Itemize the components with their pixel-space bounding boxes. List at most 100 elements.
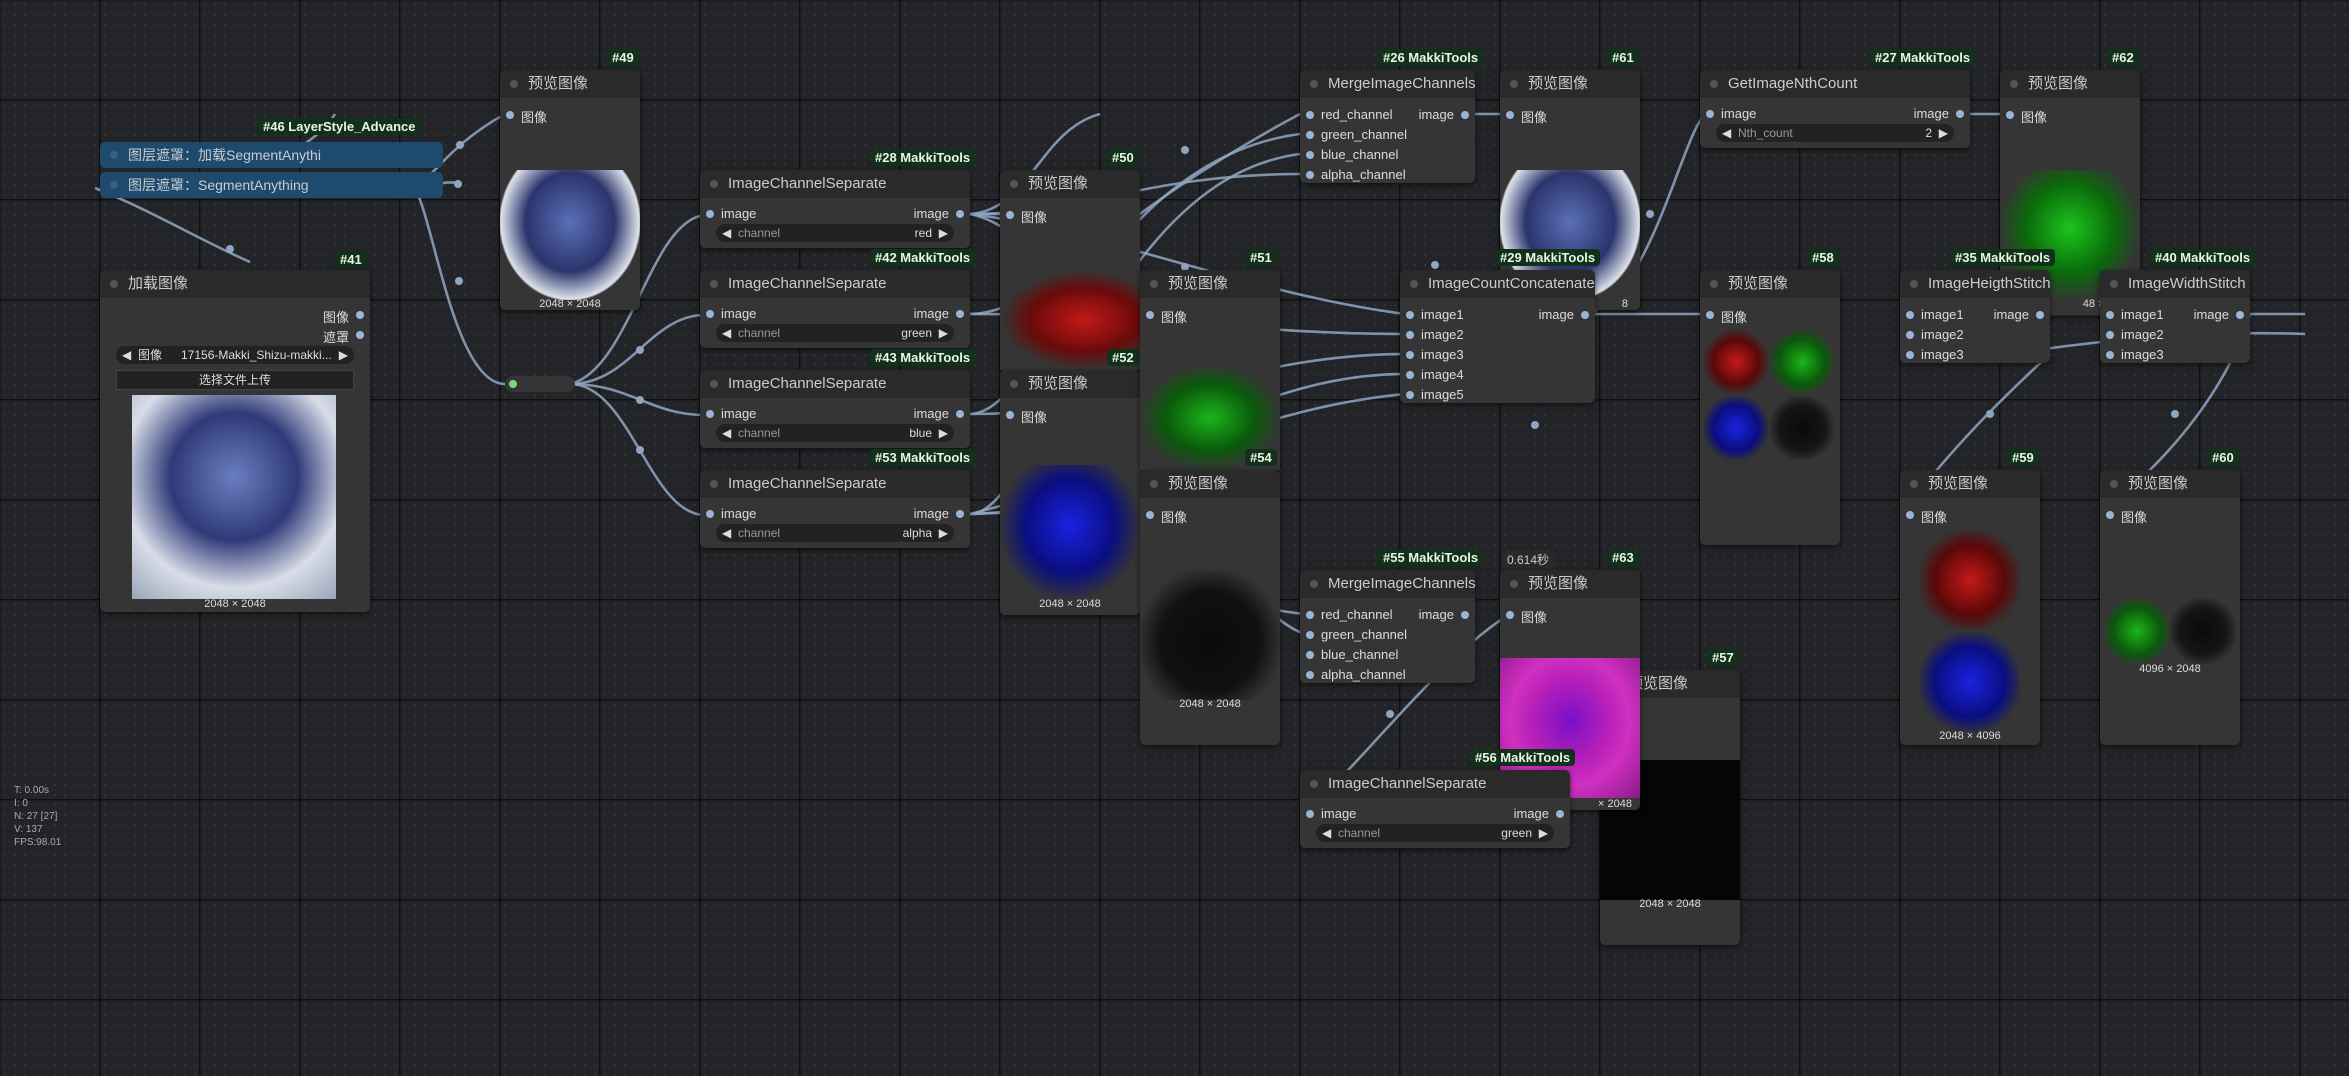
get-image-nth-count-node[interactable]: GetImageNthCount image image ◀ Nth_count 2…: [1700, 70, 1970, 148]
input-image[interactable]: 图像: [1506, 607, 1547, 626]
reroute-input-dot[interactable]: [509, 380, 517, 388]
output-image[interactable]: image: [2194, 307, 2245, 322]
output-image[interactable]: image: [1419, 607, 1470, 622]
preview-red-node[interactable]: 预览图像 图像: [1000, 170, 1140, 370]
output-image[interactable]: image: [914, 506, 965, 521]
collapse-dot[interactable]: [710, 280, 718, 288]
output-mask[interactable]: 遮罩: [323, 327, 365, 346]
collapse-dot[interactable]: [1410, 280, 1418, 288]
collapse-dot[interactable]: [710, 480, 718, 488]
node-title-bar[interactable]: ImageChannelSeparate: [700, 270, 970, 298]
arrow-right-icon[interactable]: ▶: [1539, 824, 1548, 842]
input-image[interactable]: 图像: [1906, 507, 1947, 526]
output-image[interactable]: image: [1994, 307, 2045, 322]
node-title-bar[interactable]: ImageChannelSeparate: [700, 470, 970, 498]
input-image2[interactable]: image2: [1406, 327, 1464, 342]
input-image[interactable]: 图像: [1006, 207, 1047, 226]
node-title-bar[interactable]: 预览图像: [1140, 270, 1280, 298]
input-image[interactable]: 图像: [1146, 307, 1187, 326]
segment-anything-node[interactable]: 图层遮罩：SegmentAnything: [100, 172, 443, 198]
output-image[interactable]: image: [1514, 806, 1565, 821]
collapse-dot[interactable]: [110, 181, 118, 189]
collapse-dot[interactable]: [1010, 180, 1018, 188]
node-title-bar[interactable]: ImageWidthStitch: [2100, 270, 2250, 298]
node-title-bar[interactable]: 预览图像: [500, 70, 640, 98]
image-width-stitch-node[interactable]: ImageWidthStitch image1 image2 image3 im…: [2100, 270, 2250, 363]
node-title-bar[interactable]: ImageChannelSeparate: [700, 170, 970, 198]
preview-green-node[interactable]: 预览图像 图像: [1140, 270, 1280, 470]
collapse-dot[interactable]: [110, 280, 118, 288]
input-image[interactable]: 图像: [1006, 407, 1047, 426]
image-channel-separate-alpha-node[interactable]: ImageChannelSeparate image image ◀ channe…: [700, 470, 970, 548]
input-blue-channel[interactable]: blue_channel: [1306, 647, 1398, 662]
input-image3[interactable]: image3: [1406, 347, 1464, 362]
node-title-bar[interactable]: MergeImageChannels: [1300, 70, 1475, 98]
input-image[interactable]: image: [706, 406, 756, 421]
collapse-dot[interactable]: [710, 380, 718, 388]
output-image[interactable]: image: [914, 406, 965, 421]
input-image[interactable]: image: [706, 506, 756, 521]
arrow-right-icon[interactable]: ▶: [939, 424, 948, 442]
channel-combo[interactable]: ◀ channel green ▶: [1316, 824, 1554, 842]
channel-combo[interactable]: ◀ channel red ▶: [716, 224, 954, 242]
input-image[interactable]: 图像: [2106, 507, 2147, 526]
arrow-right-icon[interactable]: ▶: [1939, 124, 1948, 142]
output-image[interactable]: image: [1419, 107, 1470, 122]
preview-blue-node[interactable]: 预览图像 图像 2048 × 2048: [1000, 370, 1140, 615]
image-file-combo[interactable]: ◀ 图像 17156-Makki_Shizu-makki... ▶: [116, 346, 354, 364]
collapse-dot[interactable]: [1710, 80, 1718, 88]
input-image[interactable]: 图像: [1706, 307, 1747, 326]
collapse-dot[interactable]: [1510, 80, 1518, 88]
collapse-dot[interactable]: [1150, 280, 1158, 288]
output-image[interactable]: image: [914, 306, 965, 321]
node-title-bar[interactable]: 预览图像: [2000, 70, 2140, 98]
collapse-dot[interactable]: [1150, 480, 1158, 488]
node-title-bar[interactable]: 预览图像: [1000, 170, 1140, 198]
input-alpha-channel[interactable]: alpha_channel: [1306, 167, 1406, 182]
collapse-dot[interactable]: [1010, 380, 1018, 388]
upload-button[interactable]: 选择文件上传: [116, 370, 354, 390]
segment-anything-loader-node[interactable]: 图层遮罩：加载SegmentAnythi: [100, 142, 443, 168]
preview-height-stitch-node[interactable]: 预览图像 图像 2048 × 4096: [1900, 470, 2040, 745]
output-image[interactable]: image: [914, 206, 965, 221]
input-image1[interactable]: image1: [2106, 307, 2164, 322]
image-count-concatenate-node[interactable]: ImageCountConcatenate image1 image2 imag…: [1400, 270, 1595, 403]
node-title-bar[interactable]: MergeImageChannels: [1300, 570, 1475, 598]
collapse-dot[interactable]: [1910, 480, 1918, 488]
input-green-channel[interactable]: green_channel: [1306, 627, 1407, 642]
input-green-channel[interactable]: green_channel: [1306, 127, 1407, 142]
node-title-bar[interactable]: ImageCountConcatenate: [1400, 270, 1595, 298]
input-image[interactable]: 图像: [506, 107, 547, 126]
input-image2[interactable]: image2: [2106, 327, 2164, 342]
output-image[interactable]: image: [1914, 106, 1965, 121]
collapse-dot[interactable]: [110, 151, 118, 159]
channel-combo[interactable]: ◀ channel alpha ▶: [716, 524, 954, 542]
input-image4[interactable]: image4: [1406, 367, 1464, 382]
collapse-dot[interactable]: [1310, 780, 1318, 788]
arrow-right-icon[interactable]: ▶: [939, 524, 948, 542]
input-image[interactable]: image: [1706, 106, 1756, 121]
preview-width-stitch-node[interactable]: 预览图像 图像 4096 × 2048: [2100, 470, 2240, 745]
image-height-stitch-node[interactable]: ImageHeigthStitch image1 image2 image3 i…: [1900, 270, 2050, 363]
collapse-dot[interactable]: [1510, 580, 1518, 588]
reroute-node[interactable]: [505, 376, 575, 392]
arrow-right-icon[interactable]: ▶: [339, 346, 348, 364]
node-title-bar[interactable]: GetImageNthCount: [1700, 70, 1970, 98]
collapse-dot[interactable]: [710, 180, 718, 188]
input-image[interactable]: image: [706, 306, 756, 321]
channel-combo[interactable]: ◀ channel blue ▶: [716, 424, 954, 442]
arrow-left-icon[interactable]: ◀: [722, 324, 731, 342]
input-blue-channel[interactable]: blue_channel: [1306, 147, 1398, 162]
node-title-bar[interactable]: ImageChannelSeparate: [700, 370, 970, 398]
input-image[interactable]: image: [1306, 806, 1356, 821]
input-image3[interactable]: image3: [2106, 347, 2164, 362]
arrow-left-icon[interactable]: ◀: [722, 224, 731, 242]
input-image2[interactable]: image2: [1906, 327, 1964, 342]
collapse-dot[interactable]: [1710, 280, 1718, 288]
collapse-dot[interactable]: [2110, 480, 2118, 488]
collapse-dot[interactable]: [1310, 80, 1318, 88]
merge-image-channels-2-node[interactable]: MergeImageChannels red_channel green_cha…: [1300, 570, 1475, 683]
input-image[interactable]: 图像: [1506, 107, 1547, 126]
image-channel-separate-green-2-node[interactable]: ImageChannelSeparate image image ◀ channe…: [1300, 770, 1570, 848]
output-image[interactable]: 图像: [323, 307, 365, 326]
